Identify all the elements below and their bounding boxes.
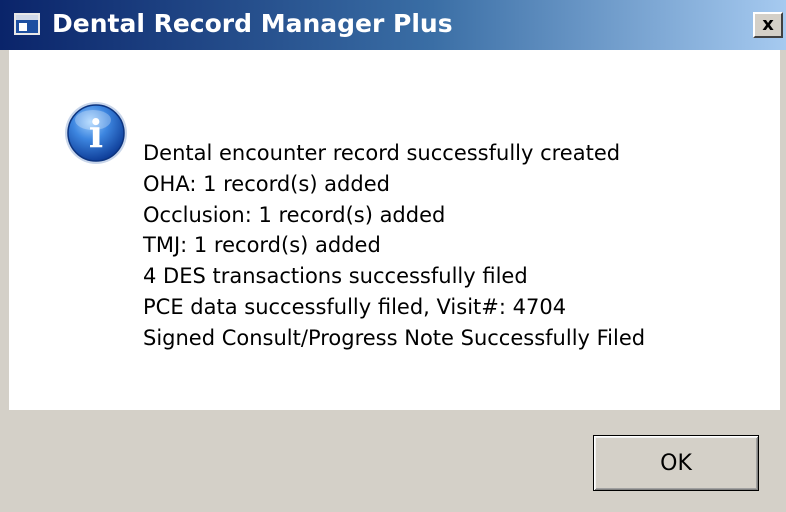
- message-line: PCE data successfully filed, Visit#: 470…: [143, 294, 567, 319]
- message-text: Dental encounter record successfully cre…: [143, 138, 645, 354]
- message-line: Signed Consult/Progress Note Successfull…: [143, 325, 646, 350]
- button-bar: OK: [9, 410, 780, 512]
- ok-button-label: OK: [660, 450, 692, 476]
- message-line: OHA: 1 record(s) added: [143, 171, 390, 196]
- message-line: 4 DES transactions successfully filed: [143, 264, 528, 289]
- message-line: Dental encounter record successfully cre…: [143, 141, 621, 165]
- close-icon: x: [762, 14, 774, 35]
- info-glyph: i: [89, 111, 103, 156]
- title-bar[interactable]: Dental Record Manager Plus x: [0, 0, 786, 50]
- message-line: Occlusion: 1 record(s) added: [143, 202, 446, 227]
- ok-button[interactable]: OK: [593, 435, 759, 491]
- message-area: i Dental encounter record successfully c…: [9, 50, 780, 410]
- window-title: Dental Record Manager Plus: [52, 9, 453, 38]
- information-icon: i: [65, 102, 127, 164]
- message-dialog: Dental Record Manager Plus x i Dental en…: [0, 0, 786, 512]
- close-button[interactable]: x: [753, 12, 783, 38]
- message-line: TMJ: 1 record(s) added: [143, 233, 381, 258]
- application-window-icon: [14, 13, 40, 35]
